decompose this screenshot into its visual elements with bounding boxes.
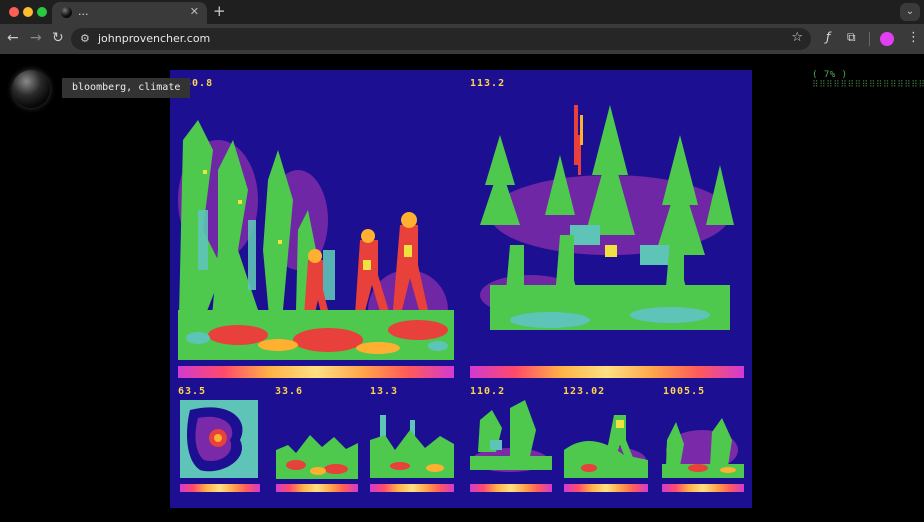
thermal-scale-bar: [276, 484, 358, 492]
close-tab-icon[interactable]: ✕: [190, 5, 199, 18]
browser-menu-icon[interactable]: ⋮: [907, 30, 920, 45]
progress-percent: ( 7% ): [812, 70, 848, 80]
browser-toolbar: ← → ↻ ⚙ johnprovencher.com ☆ ƒ ⧉ ⋮: [0, 24, 924, 54]
orb-logo[interactable]: [12, 70, 50, 108]
url-text: johnprovencher.com: [98, 32, 211, 45]
thermal-scale-bar: [564, 484, 648, 492]
thermal-panel-image: [470, 400, 552, 472]
panel-label: 113.2: [470, 78, 506, 89]
fx-extension-icon[interactable]: ƒ: [826, 30, 830, 44]
browser-tab[interactable]: ... ✕: [52, 2, 207, 24]
thermal-panel-image: [276, 435, 358, 479]
minimize-window-button[interactable]: [23, 7, 33, 17]
thermal-scale-bar: [178, 366, 454, 378]
bookmark-star-icon[interactable]: ☆: [791, 30, 803, 45]
thermal-scale-bar: [470, 366, 744, 378]
address-bar[interactable]: ⚙ johnprovencher.com ☆: [71, 28, 811, 50]
loading-progress: ( 7% ) ⠿⠿⠿⠿⠿⠿⠿⠿⠿⠿⠿⠿⠿⠿⠿⠿⠿: [812, 70, 924, 90]
project-tag: bloomberg, climate: [62, 78, 191, 98]
toolbar-divider: [869, 32, 870, 46]
panel-label: 123.02: [563, 386, 606, 397]
thermal-scale-bar: [662, 484, 744, 492]
thermal-panel-image: [662, 418, 744, 478]
thermal-scale-bar: [180, 484, 260, 492]
thermal-panel-image: [180, 400, 258, 478]
tab-title: ...: [78, 5, 89, 18]
extensions-icon[interactable]: ⧉: [847, 30, 856, 45]
thermal-scale-bar: [470, 484, 552, 492]
panel-label: 13.3: [370, 386, 399, 397]
panel-label: 110.2: [470, 386, 506, 397]
zoom-window-button[interactable]: [37, 7, 47, 17]
thermal-panel-image: [370, 415, 454, 478]
thermal-scale-bar: [370, 484, 454, 492]
panel-label: 1005.5: [663, 386, 706, 397]
tab-search-button[interactable]: ⌄: [900, 3, 920, 21]
thermal-panel-image: [564, 415, 648, 478]
site-info-icon[interactable]: ⚙: [80, 32, 90, 45]
thermal-panel-image: [178, 120, 454, 360]
favicon-icon: [61, 7, 72, 18]
reload-button[interactable]: ↻: [52, 30, 64, 46]
panel-label: 33.6: [275, 386, 304, 397]
tab-bar: ... ✕ + ⌄: [0, 0, 924, 24]
back-button[interactable]: ←: [7, 30, 19, 46]
thermal-panel-image: [480, 105, 734, 330]
progress-dots: ⠿⠿⠿⠿⠿⠿⠿⠿⠿⠿⠿⠿⠿⠿⠿⠿⠿: [812, 80, 924, 90]
profile-avatar[interactable]: [880, 32, 894, 46]
forward-button[interactable]: →: [30, 30, 42, 46]
thermal-artwork[interactable]: 230.8 113.2 63.5 33.6 13.3 110.2 123.02 …: [170, 70, 752, 508]
close-window-button[interactable]: [9, 7, 19, 17]
new-tab-button[interactable]: +: [213, 2, 226, 20]
panel-label: 63.5: [178, 386, 207, 397]
